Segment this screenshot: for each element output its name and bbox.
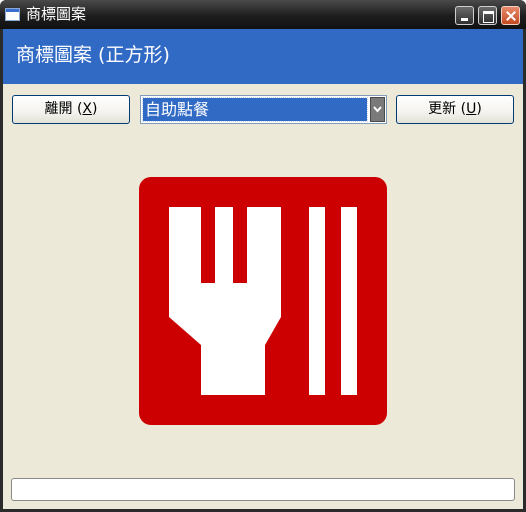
- category-select-value: 自助點餐: [142, 97, 368, 122]
- window-title: 商標圖案: [26, 5, 87, 23]
- update-button-shortcut: U: [466, 101, 477, 117]
- exit-button-shortcut: X: [82, 101, 93, 117]
- dropdown-arrow-button[interactable]: [370, 97, 385, 122]
- chevron-down-icon: [373, 106, 382, 113]
- category-select[interactable]: 自助點餐: [140, 95, 387, 124]
- exit-button-suffix: ): [92, 101, 98, 117]
- header-band: 商標圖案 (正方形): [3, 29, 523, 84]
- title-bar[interactable]: 商標圖案: [0, 0, 526, 29]
- window-icon[interactable]: [5, 8, 20, 21]
- client-area: 商標圖案 (正方形) 離開 (X) 自助點餐 更新 (U): [3, 29, 523, 509]
- update-button[interactable]: 更新 (U): [396, 95, 514, 124]
- logo-image: [139, 177, 387, 425]
- maximize-button[interactable]: [478, 6, 497, 25]
- close-button[interactable]: [501, 6, 520, 25]
- update-button-suffix: ): [476, 101, 482, 117]
- status-bar: [11, 478, 515, 501]
- minimize-button[interactable]: [455, 6, 474, 25]
- app-window: 商標圖案 商標圖案 (正方形) 離開 (X) 自助點餐 更新 (U): [0, 0, 526, 512]
- fork-and-bars-icon: [139, 177, 387, 425]
- page-title: 商標圖案 (正方形): [16, 44, 170, 66]
- exit-button[interactable]: 離開 (X): [12, 95, 130, 124]
- update-button-label: 更新 (: [428, 101, 467, 117]
- exit-button-label: 離開 (: [44, 101, 83, 117]
